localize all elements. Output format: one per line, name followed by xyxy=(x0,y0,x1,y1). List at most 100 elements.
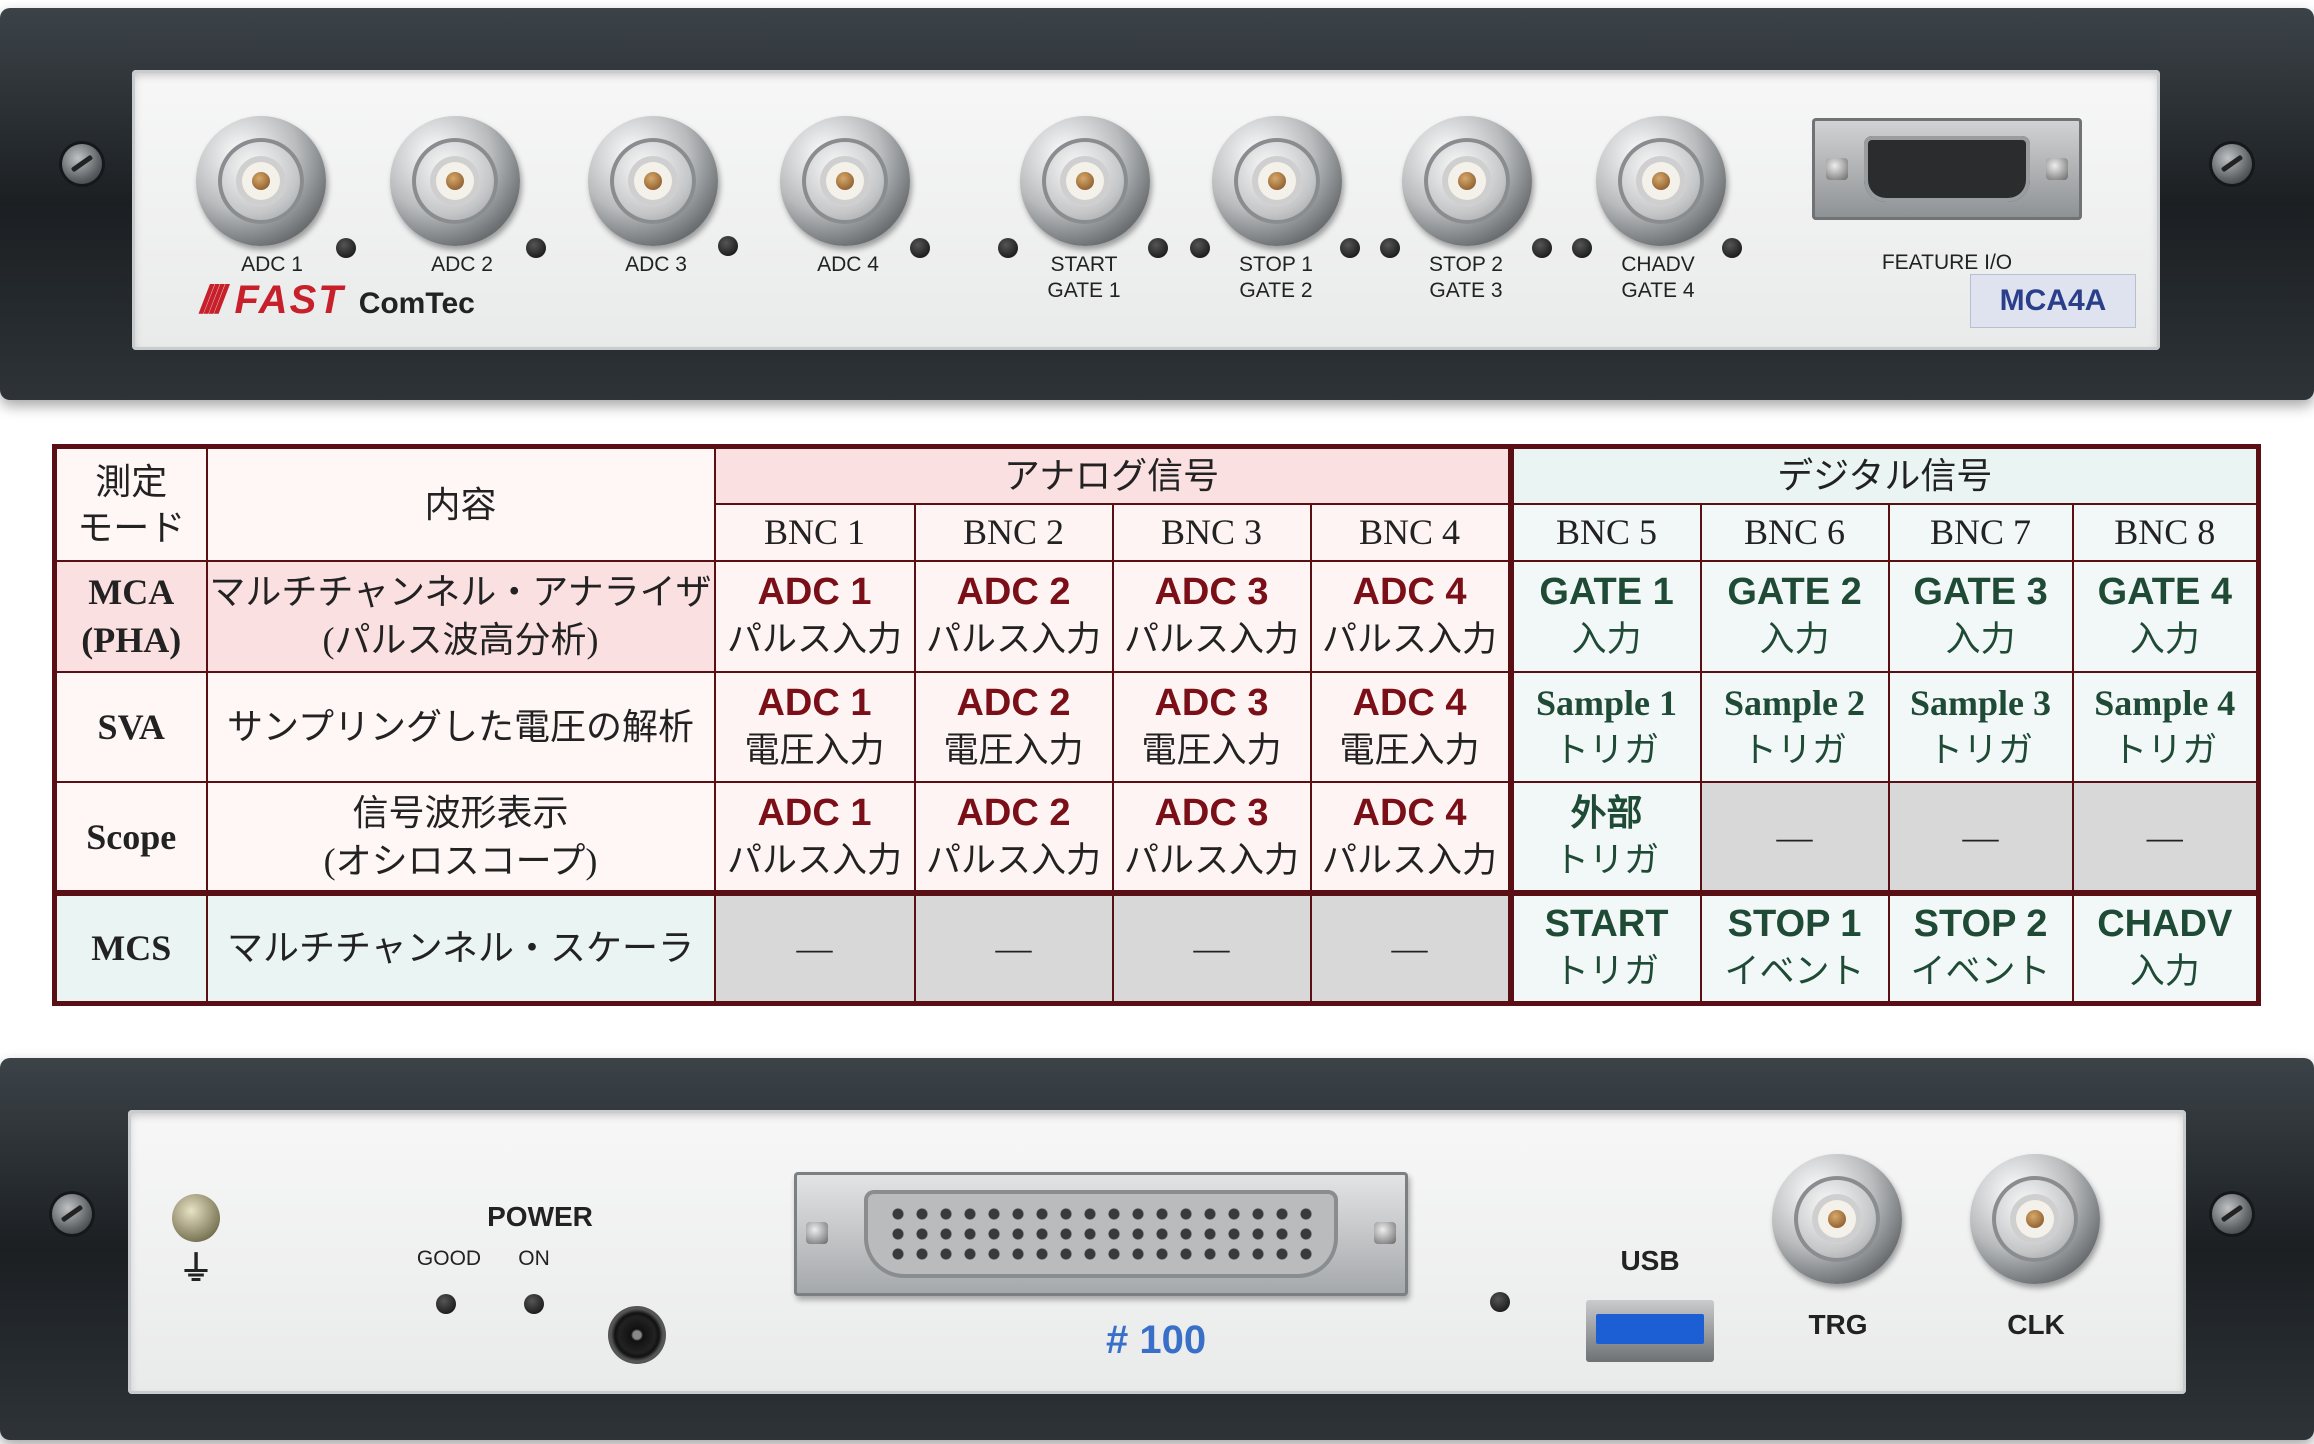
header-bnc-8: BNC 8 xyxy=(2071,502,2260,563)
table-cell: GATE 4 入力 xyxy=(2071,560,2260,673)
table-cell-empty: — xyxy=(1111,889,1312,1005)
led-adc2-icon xyxy=(526,238,546,258)
table-cell: START トリガ xyxy=(1509,889,1702,1005)
right-screw-icon xyxy=(2212,144,2252,184)
feature-io-connector-icon[interactable] xyxy=(1812,118,2082,220)
table-cell: ADC 2 パルス入力 xyxy=(913,560,1114,673)
bnc-stop1-connector-icon[interactable] xyxy=(1212,116,1342,246)
label-on: ON xyxy=(518,1247,550,1270)
bnc-adc1-connector-icon[interactable] xyxy=(196,116,326,246)
mode-label: SVA xyxy=(53,670,208,784)
led-stop1-right-icon xyxy=(1340,238,1360,258)
ground-symbol-icon: ⏚ xyxy=(179,1250,213,1288)
table-cell-empty: — xyxy=(2071,781,2260,894)
label-adc1: ADC 1 xyxy=(241,253,303,276)
table-row-scope: Scope 信号波形表示 (オシロスコープ) ADC 1 パルス入力 ADC 2パ… xyxy=(53,781,2260,894)
header-bnc-7: BNC 7 xyxy=(1887,502,2074,563)
mode-label: MCA (PHA) xyxy=(53,560,208,673)
led-start-right-icon xyxy=(1148,238,1168,258)
mode-description: サンプリングした電圧の解析 xyxy=(205,670,716,784)
table-cell: ADC 4 パルス入力 xyxy=(1309,560,1514,673)
led-adc3-icon xyxy=(718,236,738,256)
bnc-stop2-connector-icon[interactable] xyxy=(1402,116,1532,246)
serial-number: # 100 xyxy=(1106,1318,1207,1362)
label-feature-io: FEATURE I/O xyxy=(1881,251,2013,274)
table-cell: Sample 1 トリガ xyxy=(1509,670,1702,784)
table-cell: ADC 2 パルス入力 xyxy=(913,781,1114,894)
table-cell: ADC 1 電圧入力 xyxy=(713,670,916,784)
header-bnc-6: BNC 6 xyxy=(1699,502,1890,563)
table-row-mcs: MCS マルチチャンネル・スケーラ — — — — START トリガ STOP … xyxy=(53,889,2260,1005)
table-cell: ADC 3 電圧入力 xyxy=(1111,670,1312,784)
dc-power-jack-icon[interactable] xyxy=(608,1306,666,1364)
led-stop2-right-icon xyxy=(1532,238,1552,258)
table-cell: ADC 1 パルス入力 xyxy=(713,560,916,673)
label-usb: USB xyxy=(1620,1245,1680,1276)
table-cell-empty: — xyxy=(1699,781,1890,894)
table-cell: CHADV 入力 xyxy=(2071,889,2260,1005)
table-cell: ADC 2 電圧入力 xyxy=(913,670,1114,784)
mode-label: MCS xyxy=(53,889,208,1005)
bnc-chadv-connector-icon[interactable] xyxy=(1596,116,1726,246)
led-chadv-right-icon xyxy=(1722,238,1742,258)
header-bnc-1: BNC 1 xyxy=(713,502,916,563)
header-mode: 測定 モード xyxy=(53,445,208,563)
table-cell: 外部 トリガ xyxy=(1509,781,1702,894)
bnc-start-connector-icon[interactable] xyxy=(1020,116,1150,246)
left-screw-icon xyxy=(52,1194,92,1234)
header-bnc-2: BNC 2 xyxy=(913,502,1114,563)
led-stop2-left-icon xyxy=(1380,238,1400,258)
bnc-adc4-connector-icon[interactable] xyxy=(780,116,910,246)
usb-port-icon[interactable] xyxy=(1586,1300,1714,1362)
led-status-icon xyxy=(1490,1292,1510,1312)
table-cell: ADC 4 パルス入力 xyxy=(1309,781,1514,894)
table-cell: STOP 2 イベント xyxy=(1887,889,2074,1005)
label-adc4: ADC 4 xyxy=(817,253,879,276)
table-cell: GATE 1 入力 xyxy=(1509,560,1702,673)
table-cell: ADC 3 パルス入力 xyxy=(1111,560,1312,673)
mode-description: マルチチャンネル・アナライザ (パルス波高分析) xyxy=(205,560,716,673)
table-cell: Sample 4 トリガ xyxy=(2071,670,2260,784)
header-content: 内容 xyxy=(205,445,716,563)
label-stop2-gate3: STOP 2 GATE 3 xyxy=(1429,253,1503,302)
label-start-gate1: START GATE 1 xyxy=(1047,253,1121,302)
led-stop1-left-icon xyxy=(1190,238,1210,258)
bnc-adc3-connector-icon[interactable] xyxy=(588,116,718,246)
bnc-adc2-connector-icon[interactable] xyxy=(390,116,520,246)
led-adc4-icon xyxy=(910,238,930,258)
ground-terminal-icon[interactable] xyxy=(172,1194,220,1242)
label-good: GOOD xyxy=(416,1247,482,1270)
mode-description: 信号波形表示 (オシロスコープ) xyxy=(205,781,716,894)
mode-description: マルチチャンネル・スケーラ xyxy=(205,889,716,1005)
label-adc2: ADC 2 xyxy=(431,253,493,276)
table-cell: ADC 4 電圧入力 xyxy=(1309,670,1514,784)
table-row-sva: SVA サンプリングした電圧の解析 ADC 1 電圧入力 ADC 2 電圧入力 AD… xyxy=(53,670,2260,784)
table-cell: GATE 2 入力 xyxy=(1699,560,1890,673)
table-cell: ADC 3 パルス入力 xyxy=(1111,781,1312,894)
table-cell: Sample 2 トリガ xyxy=(1699,670,1890,784)
led-on-icon xyxy=(524,1294,544,1314)
fast-comtec-logo: //// FAST ComTec xyxy=(200,278,475,322)
model-label: MCA4A xyxy=(1970,274,2136,328)
label-clk: CLK xyxy=(2007,1309,2065,1340)
label-adc3: ADC 3 xyxy=(625,253,687,276)
header-bnc-5: BNC 5 xyxy=(1509,502,1702,563)
table-row-mca: MCA (PHA) マルチチャンネル・アナライザ (パルス波高分析) ADC 1… xyxy=(53,560,2260,673)
bnc-clk-connector-icon[interactable] xyxy=(1970,1154,2100,1284)
left-screw-icon xyxy=(62,144,102,184)
header-digital-signal: デジタル信号 xyxy=(1509,445,2260,505)
measurement-mode-table: 測定 モード 内容 アナログ信号 デジタル信号 BNC 1 BNC 2 BNC … xyxy=(52,444,2262,1006)
table-cell: Sample 3 トリガ xyxy=(1887,670,2074,784)
label-chadv-gate4: CHADV GATE 4 xyxy=(1621,253,1695,302)
mode-label: Scope xyxy=(53,781,208,894)
label-power: POWER xyxy=(487,1201,593,1232)
table-cell-empty: — xyxy=(1309,889,1514,1005)
table-cell-empty: — xyxy=(913,889,1114,1005)
dsub37-connector-icon[interactable] xyxy=(794,1172,1408,1296)
label-stop1-gate2: STOP 1 GATE 2 xyxy=(1239,253,1313,302)
led-good-icon xyxy=(436,1294,456,1314)
right-screw-icon xyxy=(2212,1194,2252,1234)
bnc-trg-connector-icon[interactable] xyxy=(1772,1154,1902,1284)
led-chadv-left-icon xyxy=(1572,238,1592,258)
table-cell: GATE 3 入力 xyxy=(1887,560,2074,673)
